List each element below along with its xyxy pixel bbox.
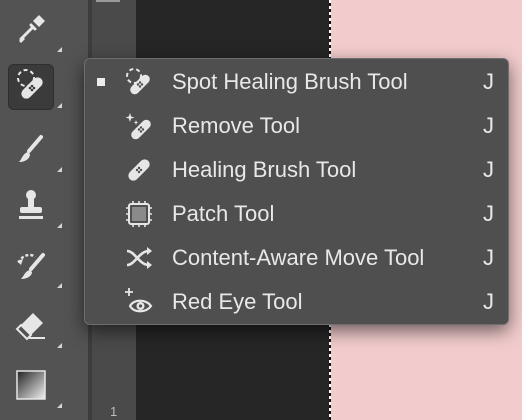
menu-item-patch-tool[interactable]: Patch Tool J <box>85 192 508 236</box>
brush-tool[interactable] <box>8 128 62 174</box>
menu-item-label: Spot Healing Brush Tool <box>172 69 408 94</box>
menu-item-label: Healing Brush Tool <box>172 157 357 182</box>
healing-brush-icon <box>123 154 155 186</box>
spot-healing-brush-icon <box>13 67 49 108</box>
menu-item-shortcut: J <box>483 113 494 138</box>
patch-tool-icon <box>123 198 155 230</box>
menu-item-label: Patch Tool <box>172 201 275 226</box>
remove-tool-icon <box>123 110 155 142</box>
clone-stamp-tool[interactable] <box>8 184 62 230</box>
menu-item-shortcut: J <box>483 245 494 270</box>
history-brush-icon <box>13 247 49 288</box>
flyout-indicator <box>57 343 62 348</box>
history-brush-tool[interactable] <box>8 244 62 290</box>
menu-item-shortcut: J <box>483 157 494 182</box>
eyedropper-icon <box>13 11 49 52</box>
menu-item-remove-tool[interactable]: Remove Tool J <box>85 104 508 148</box>
clone-stamp-icon <box>13 187 49 228</box>
gradient-icon <box>13 367 49 408</box>
flyout-indicator <box>57 283 62 288</box>
flyout-indicator <box>57 47 62 52</box>
content-aware-move-icon <box>123 242 155 274</box>
ruler-number: 1 <box>110 404 118 419</box>
ruler-tick <box>96 0 120 2</box>
menu-item-shortcut: J <box>483 289 494 314</box>
spot-healing-brush-icon <box>123 66 155 98</box>
menu-item-spot-healing-brush[interactable]: Spot Healing Brush Tool J <box>85 60 508 104</box>
flyout-indicator <box>57 403 62 408</box>
gradient-tool[interactable] <box>8 364 62 410</box>
menu-item-label: Red Eye Tool <box>172 289 303 314</box>
flyout-indicator <box>57 167 62 172</box>
menu-item-shortcut: J <box>483 69 494 94</box>
healing-tools-flyout-menu: Spot Healing Brush Tool J Remove Tool J … <box>84 58 509 325</box>
menu-item-content-aware-move[interactable]: Content-Aware Move Tool J <box>85 236 508 280</box>
flyout-indicator <box>57 223 62 228</box>
flyout-indicator <box>57 103 62 108</box>
eyedropper-tool[interactable] <box>8 8 62 54</box>
red-eye-icon <box>123 286 155 318</box>
toolbar <box>0 0 88 420</box>
eraser-tool[interactable] <box>8 304 62 350</box>
menu-item-label: Remove Tool <box>172 113 300 138</box>
spot-healing-brush-tool[interactable] <box>8 64 62 110</box>
menu-item-shortcut: J <box>483 201 494 226</box>
brush-icon <box>13 131 49 172</box>
menu-item-red-eye-tool[interactable]: Red Eye Tool J <box>85 280 508 324</box>
menu-item-label: Content-Aware Move Tool <box>172 245 425 270</box>
eraser-icon <box>13 307 49 348</box>
menu-item-healing-brush[interactable]: Healing Brush Tool J <box>85 148 508 192</box>
selected-indicator <box>97 78 105 86</box>
